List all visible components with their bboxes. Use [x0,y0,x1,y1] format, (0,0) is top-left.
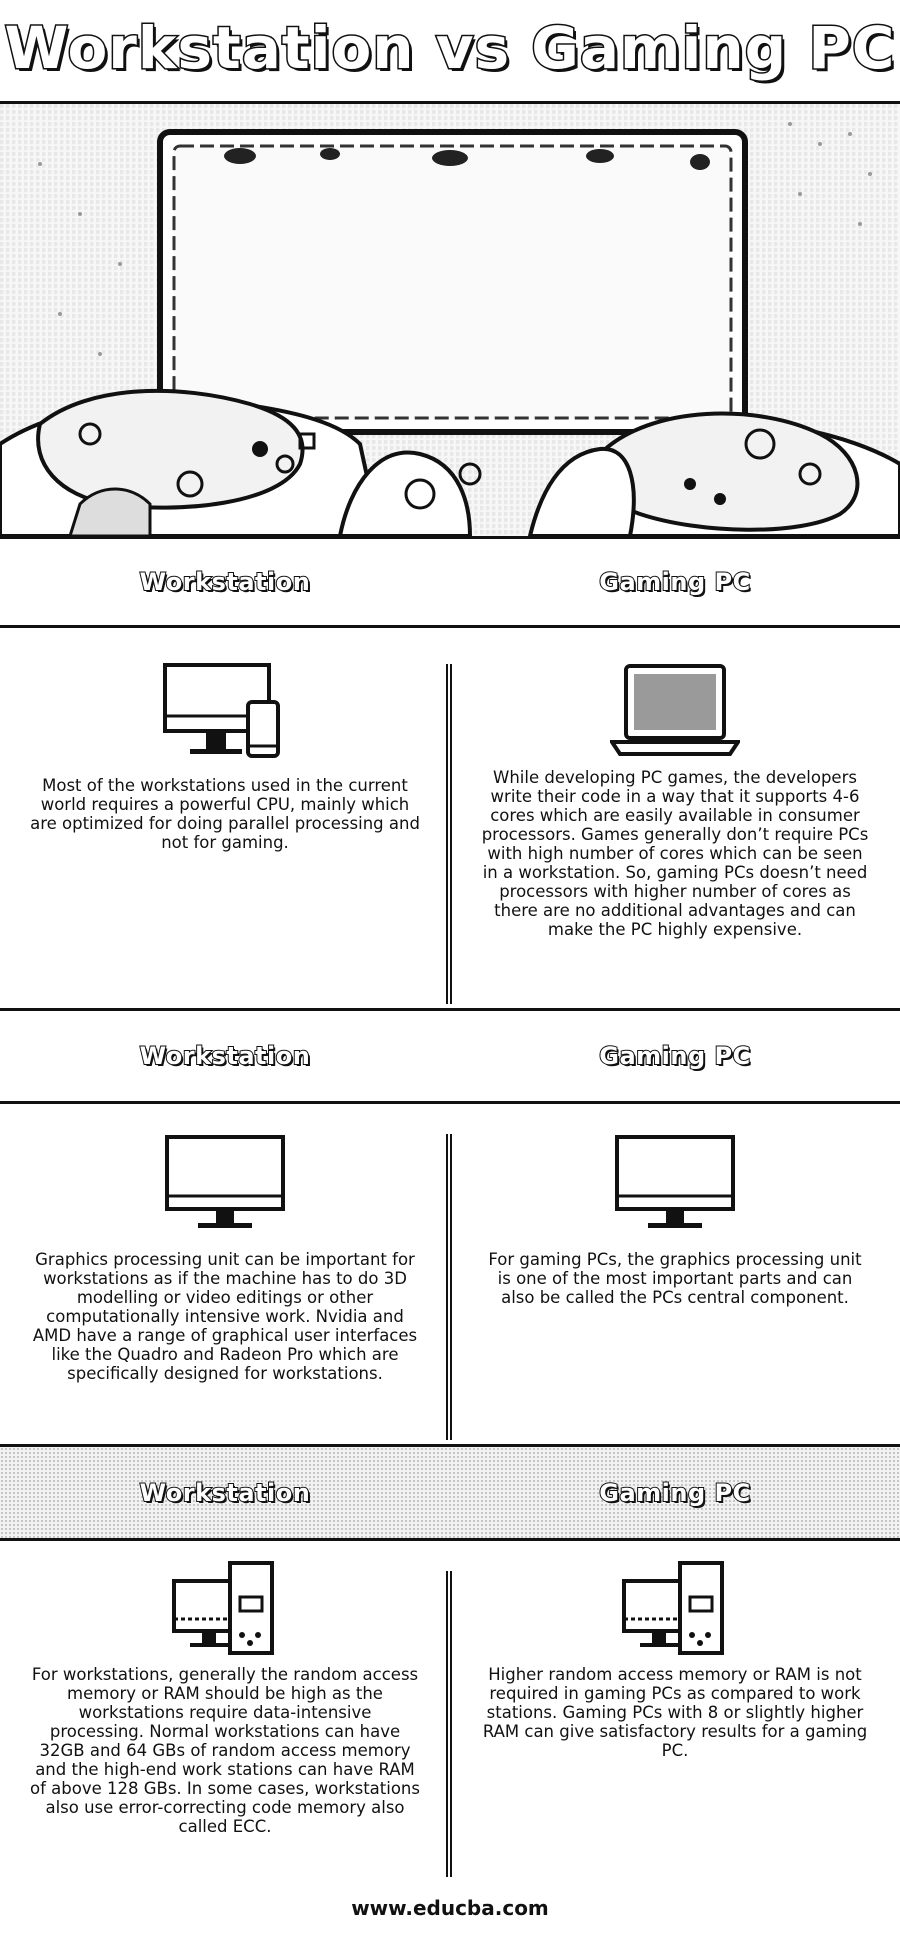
section-2-gaming-pc-heading: Gaming PC [598,1041,751,1071]
section-2-gaming-pc-column: For gaming PCs, the graphics processing … [460,1104,890,1444]
gaming-controllers-illustration [0,122,900,536]
monitor-icon [165,1135,285,1228]
section-1-workstation-heading: Workstation [139,567,311,597]
section-2-header-right: Gaming PC [450,1011,900,1101]
hero-image [0,104,900,536]
section-3-gaming-pc-text: Higher random access memory or RAM is no… [482,1665,868,1760]
section-1-gaming-pc-heading: Gaming PC [598,567,751,597]
page-title: Workstation vs Gaming PC [3,13,896,84]
desktop-tower-icon [622,1561,724,1655]
section-3-workstation-text: For workstations, generally the random a… [30,1665,420,1836]
section-2-workstation-column: Graphics processing unit can be importan… [10,1104,440,1444]
section-1-divider [446,664,452,1004]
section-1-gaming-pc-column: While developing PC games, the developer… [460,628,890,1008]
section-3-header: Workstation Gaming PC [0,1447,900,1538]
section-1-workstation-text: Most of the workstations used in the cur… [30,776,420,852]
section-3-divider [446,1571,452,1877]
section-3-gaming-pc-heading: Gaming PC [598,1478,751,1508]
title-band: Workstation vs Gaming PC [0,0,900,102]
laptop-icon [610,664,740,756]
section-1-header-right: Gaming PC [450,539,900,625]
section-3-gaming-pc-column: Higher random access memory or RAM is no… [460,1541,890,1891]
section-2-row: Graphics processing unit can be importan… [0,1104,900,1444]
footer-website-link[interactable]: www.educba.com [0,1896,900,1920]
section-2-divider [446,1134,452,1440]
desktop-tower-icon [172,1561,274,1655]
section-1-row: Most of the workstations used in the cur… [0,628,900,1008]
section-2-workstation-text: Graphics processing unit can be importan… [32,1250,418,1383]
infographic-page: Workstation vs Gaming PC Workstation Gam… [0,0,900,1937]
section-3-workstation-column: For workstations, generally the random a… [10,1541,440,1891]
section-3-header-left: Workstation [0,1447,450,1538]
section-3-header-right: Gaming PC [450,1447,900,1538]
section-2-header: Workstation Gaming PC [0,1011,900,1101]
monitor-icon [615,1135,735,1228]
section-1-header-left: Workstation [0,539,450,625]
section-2-workstation-heading: Workstation [139,1041,311,1071]
section-2-header-left: Workstation [0,1011,450,1101]
desktop-and-phone-icon [163,663,280,758]
section-3-workstation-heading: Workstation [139,1478,311,1508]
section-1-header: Workstation Gaming PC [0,539,900,625]
section-1-workstation-column: Most of the workstations used in the cur… [10,628,440,1008]
section-1-gaming-pc-text: While developing PC games, the developer… [481,768,869,939]
section-3-row: For workstations, generally the random a… [0,1541,900,1891]
section-2-gaming-pc-text: For gaming PCs, the graphics processing … [488,1250,862,1307]
